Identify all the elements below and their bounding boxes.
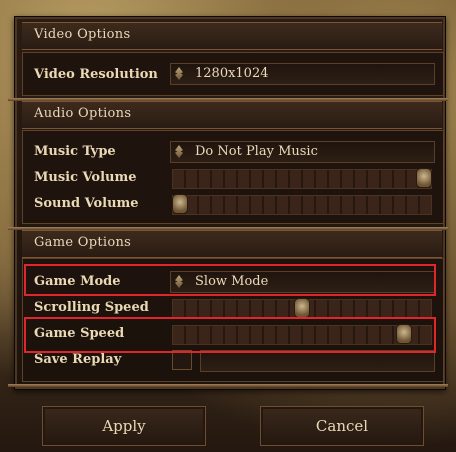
video-resolution-label: Video Resolution <box>34 67 158 82</box>
highlight-game-speed <box>24 317 436 353</box>
music-type-select[interactable]: Do Not Play Music <box>170 141 435 163</box>
cancel-button[interactable]: Cancel <box>260 406 424 446</box>
slider-thumb[interactable] <box>417 169 431 187</box>
scrolling-speed-label: Scrolling Speed <box>34 300 149 315</box>
highlight-game-mode <box>24 264 436 296</box>
music-volume-slider[interactable] <box>172 169 432 189</box>
sound-volume-slider[interactable] <box>172 195 432 215</box>
section-title: Game Options <box>34 235 132 250</box>
apply-button[interactable]: Apply <box>42 406 206 446</box>
rope-divider <box>8 384 448 387</box>
save-replay-checkbox[interactable] <box>172 350 192 370</box>
slider-thumb[interactable] <box>173 195 187 213</box>
section-video-header: Video Options <box>22 22 442 50</box>
replay-name-field[interactable] <box>200 350 435 372</box>
music-volume-label: Music Volume <box>34 170 137 185</box>
slider-thumb[interactable] <box>295 299 309 317</box>
section-audio-header: Audio Options <box>22 101 442 129</box>
save-replay-label: Save Replay <box>34 352 122 367</box>
video-resolution-value: 1280x1024 <box>195 66 269 81</box>
section-game-header: Game Options <box>22 230 442 258</box>
scrolling-speed-slider[interactable] <box>172 299 432 319</box>
spin-arrow-icon[interactable] <box>175 145 183 158</box>
section-title: Video Options <box>34 27 131 42</box>
music-type-label: Music Type <box>34 144 116 159</box>
spin-arrow-icon[interactable] <box>175 67 183 80</box>
video-resolution-select[interactable]: 1280x1024 <box>170 63 435 85</box>
music-type-value: Do Not Play Music <box>195 144 318 159</box>
section-title: Audio Options <box>34 106 132 121</box>
sound-volume-label: Sound Volume <box>34 196 139 211</box>
